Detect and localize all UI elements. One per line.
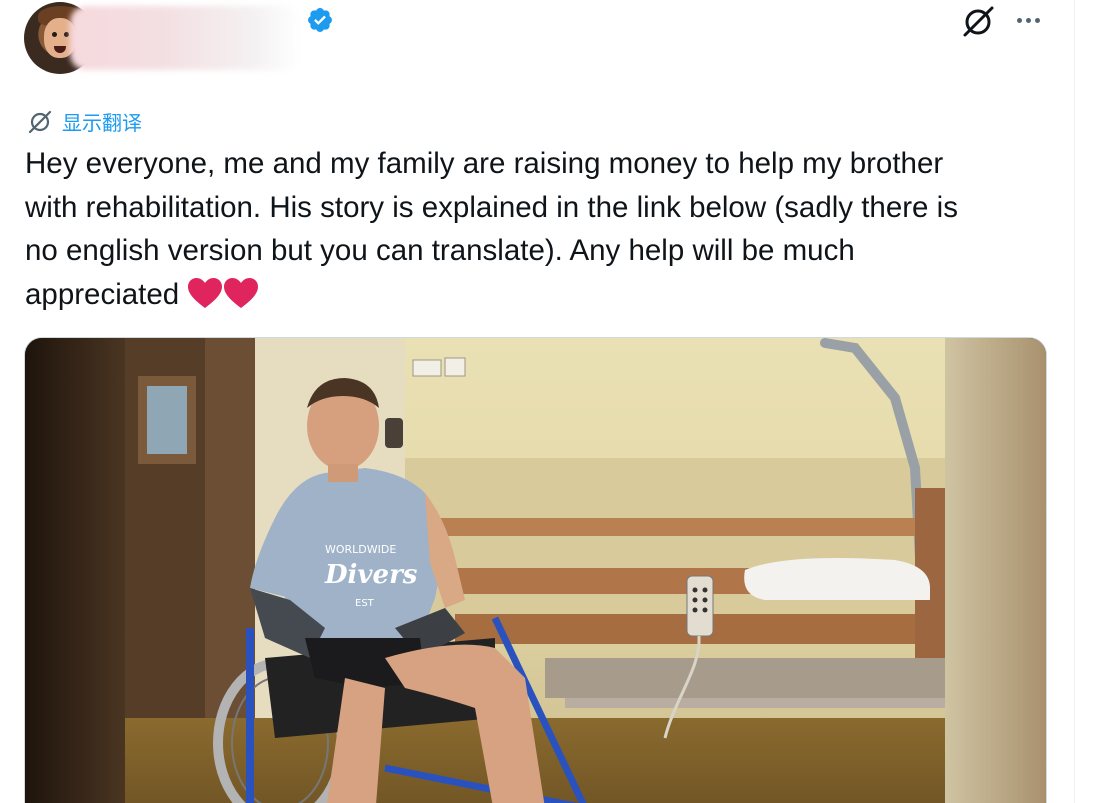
avatar-eye [64, 32, 69, 37]
tshirt-print: Divers [324, 560, 418, 590]
tshirt-print: WORLDWIDE [325, 543, 396, 556]
grok-icon[interactable] [960, 3, 996, 39]
dot [1034, 17, 1040, 23]
show-translation-link[interactable]: 显示翻译 [26, 106, 142, 136]
verified-badge-icon[interactable] [306, 6, 334, 34]
show-translation-label: 显示翻译 [62, 110, 142, 135]
photo-illustration: WORLDWIDE Divers EST [25, 338, 1046, 803]
red-heart-emoji [188, 277, 223, 308]
more-options-icon[interactable] [1012, 8, 1044, 32]
column-divider [1074, 0, 1075, 803]
tweet-line: with rehabilitation. His story is explai… [25, 190, 958, 224]
translate-icon [28, 110, 52, 134]
tshirt-print: EST [355, 598, 375, 609]
tweet-photo[interactable]: WORLDWIDE Divers EST [24, 337, 1047, 803]
avatar-eye [52, 32, 57, 37]
tweet-text: Hey everyone, me and my family are raisi… [25, 142, 1055, 316]
dot [1016, 17, 1022, 23]
tweet-line: no english version but you can translate… [25, 234, 855, 267]
red-heart-emoji [224, 277, 259, 308]
author-name-redacted[interactable] [70, 6, 300, 70]
tweet-line: appreciated [25, 277, 180, 311]
tweet-line: Hey everyone, me and my family are raisi… [25, 147, 944, 180]
dot [1025, 17, 1031, 23]
tweet-page: 显示翻译 Hey everyone, me and my family are … [0, 0, 1093, 803]
